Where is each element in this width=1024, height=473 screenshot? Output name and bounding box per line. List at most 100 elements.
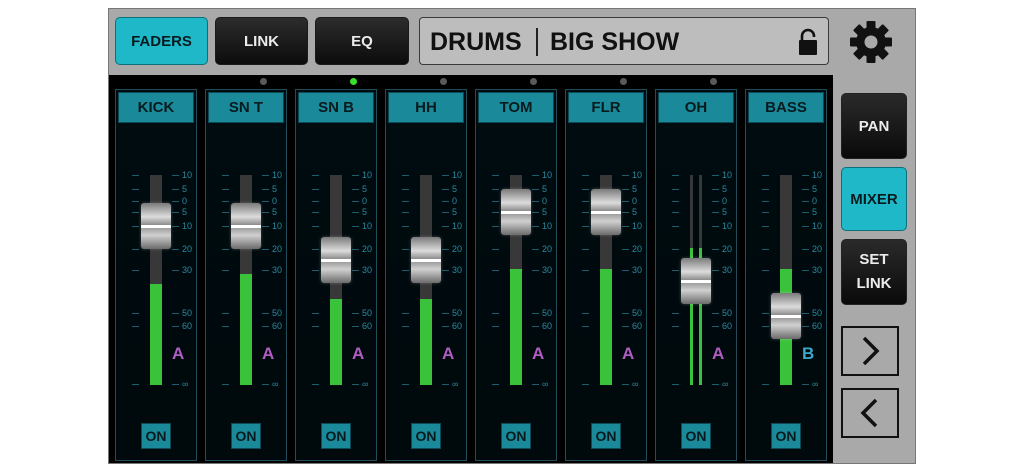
fader-knob-line [591, 211, 621, 214]
scale-tick-mark [172, 384, 179, 385]
fader-knob-line [141, 225, 171, 228]
scale-label: 20 [362, 244, 373, 254]
fader-knob[interactable] [591, 189, 621, 235]
scale-tick-mark [312, 326, 319, 327]
scale-tick-mark [402, 270, 409, 271]
fader-knob[interactable] [501, 189, 531, 235]
channel-select-indicator [530, 78, 537, 85]
scale-tick-mark [492, 270, 499, 271]
scale-label: 0 [452, 196, 458, 206]
scale-label: ∞ [362, 379, 369, 389]
tab-link[interactable]: LINK [215, 17, 308, 65]
scale-tick-mark [492, 212, 499, 213]
scale-tick-mark [492, 326, 499, 327]
scale-label: 60 [812, 321, 823, 331]
scale-tick-mark [492, 201, 499, 202]
gear-icon[interactable] [849, 20, 893, 64]
scale-tick-mark [622, 313, 629, 314]
scale-tick-mark [712, 175, 719, 176]
scale-label: 5 [362, 184, 368, 194]
title-divider [536, 28, 538, 56]
scale-tick-mark [442, 212, 449, 213]
scale-tick-mark [262, 313, 269, 314]
scale-label: 5 [272, 207, 278, 217]
next-button[interactable] [841, 326, 899, 376]
scale-label: 10 [362, 221, 373, 231]
scale-tick-mark [622, 326, 629, 327]
scale-tick-mark [262, 326, 269, 327]
tab-faders[interactable]: FADERS [115, 17, 208, 65]
scale-tick-mark [802, 189, 809, 190]
chevron-right-icon [862, 336, 880, 366]
fader-knob[interactable] [231, 203, 261, 249]
scale-tick-mark [712, 384, 719, 385]
previous-button[interactable] [841, 388, 899, 438]
scale-tick-mark [762, 226, 769, 227]
scale-tick-mark [582, 313, 589, 314]
fader-knob[interactable] [141, 203, 171, 249]
channel-on-button[interactable]: ON [141, 423, 171, 449]
scale-tick-mark [492, 249, 499, 250]
scale-label: 20 [272, 244, 283, 254]
channel-on-button[interactable]: ON [591, 423, 621, 449]
scale-label: ∞ [272, 379, 279, 389]
scale-label: 5 [182, 184, 188, 194]
scale-tick-mark [402, 189, 409, 190]
level-meter [510, 269, 522, 385]
fader-knob[interactable] [411, 236, 441, 283]
scale-label: 20 [542, 244, 553, 254]
group-letter: A [262, 344, 275, 363]
scale-tick-mark [762, 270, 769, 271]
group-letter: A [622, 344, 635, 363]
chevron-left-icon [860, 398, 878, 428]
scale-tick-mark [802, 384, 809, 385]
scale-tick-mark [222, 313, 229, 314]
channel-on-button[interactable]: ON [771, 423, 801, 449]
channel-select-indicator [440, 78, 447, 85]
channel-on-button[interactable]: ON [501, 423, 531, 449]
channel-on-button[interactable]: ON [681, 423, 711, 449]
channel-strip: HH 10 5 0 5 10 20 30 50 60 ∞ A ON [385, 89, 467, 461]
fader-knob-line [231, 225, 261, 228]
scale-label: 10 [182, 221, 193, 231]
scale-tick-mark [262, 201, 269, 202]
scale-tick-mark [622, 384, 629, 385]
level-meter [420, 299, 432, 385]
scale-label: 5 [182, 207, 188, 217]
scale-tick-mark [802, 313, 809, 314]
fader-knob[interactable] [321, 236, 351, 283]
fader-knob[interactable] [681, 257, 711, 304]
scale-tick-mark [222, 212, 229, 213]
group-letter: A [532, 344, 545, 363]
mixer-button[interactable]: MIXER [841, 167, 907, 231]
scale-label: 0 [812, 196, 818, 206]
channel-strip: TOM 10 5 0 5 10 20 30 50 60 ∞ A ON [475, 89, 557, 461]
scale-tick-mark [672, 201, 679, 202]
channel-on-button[interactable]: ON [411, 423, 441, 449]
tab-eq[interactable]: EQ [315, 17, 409, 65]
scale-tick-mark [532, 313, 539, 314]
scale-tick-mark [402, 175, 409, 176]
scale-tick-mark [402, 226, 409, 227]
scale-tick-mark [802, 270, 809, 271]
scale-label: 20 [182, 244, 193, 254]
fader-knob[interactable] [771, 292, 801, 339]
channel-on-button[interactable]: ON [321, 423, 351, 449]
pan-button[interactable]: PAN [841, 93, 907, 159]
scale-tick-mark [132, 175, 139, 176]
scale-tick-mark [582, 326, 589, 327]
lock-icon[interactable] [796, 28, 820, 56]
channel-on-button[interactable]: ON [231, 423, 261, 449]
scale-tick-mark [672, 226, 679, 227]
set-link-button[interactable]: SET LINK [841, 239, 907, 305]
scale-tick-mark [622, 270, 629, 271]
scale-label: 50 [362, 308, 373, 318]
scale-tick-mark [492, 189, 499, 190]
group-letter: A [172, 344, 185, 363]
scale-label: 5 [632, 184, 638, 194]
scale-label: 30 [272, 265, 283, 275]
scale-label: 10 [542, 170, 553, 180]
scale-label: 30 [182, 265, 193, 275]
scale-tick-mark [172, 212, 179, 213]
scale-tick-mark [132, 189, 139, 190]
